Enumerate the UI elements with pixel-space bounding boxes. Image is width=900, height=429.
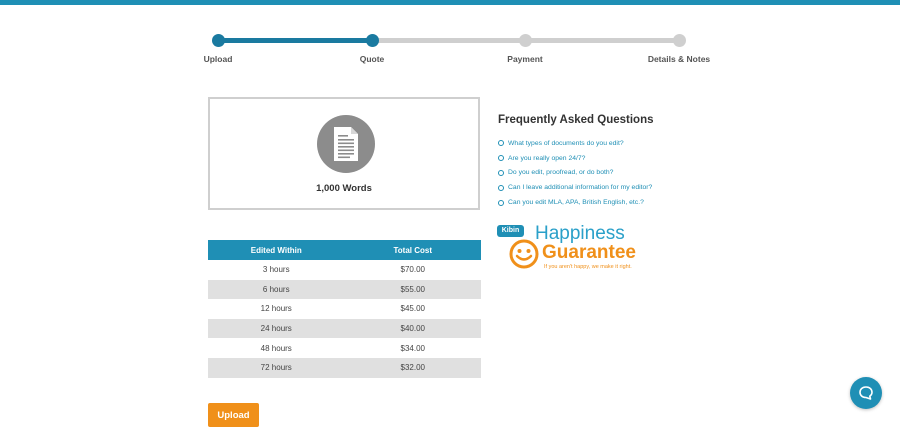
- word-count: 1,000 Words: [316, 183, 372, 194]
- chat-icon: [859, 386, 873, 400]
- faq-link[interactable]: What types of documents do you edit?: [508, 140, 624, 147]
- turnaround-time: 3 hours: [208, 260, 345, 280]
- total-cost: $55.00: [344, 279, 481, 300]
- circle-bullet-icon: [498, 184, 504, 191]
- faq-link[interactable]: Are you really open 24/7?: [508, 155, 585, 162]
- stepper-track-upcoming: [526, 38, 680, 43]
- table-row[interactable]: 3 hours $70.00: [208, 260, 481, 280]
- table-row[interactable]: 24 hours $40.00: [208, 318, 481, 339]
- circle-bullet-icon: [498, 140, 504, 147]
- turnaround-time: 48 hours: [208, 338, 345, 358]
- step-label-quote: Quote: [359, 54, 385, 64]
- step-label-upload: Upload: [203, 54, 233, 64]
- circle-bullet-icon: [498, 155, 504, 162]
- step-dot-quote: [366, 34, 379, 47]
- total-cost: $40.00: [344, 318, 481, 339]
- table-row[interactable]: 72 hours $32.00: [208, 357, 481, 378]
- total-cost: $70.00: [344, 260, 481, 280]
- table-header-row: Edited Within Total Cost: [208, 240, 481, 260]
- upload-button[interactable]: Upload: [208, 403, 259, 427]
- turnaround-time: 24 hours: [208, 318, 345, 339]
- faq-item[interactable]: Can I leave additional information for m…: [498, 180, 652, 195]
- faq-title: Frequently Asked Questions: [498, 114, 654, 126]
- total-cost: $34.00: [344, 338, 481, 358]
- step-label-payment: Payment: [507, 54, 543, 64]
- faq-item[interactable]: Can you edit MLA, APA, British English, …: [498, 195, 652, 210]
- faq-item[interactable]: Are you really open 24/7?: [498, 151, 652, 166]
- guarantee-tagline: If you aren't happy, we make it right.: [544, 264, 632, 270]
- step-dot-payment: [519, 34, 532, 47]
- total-cost: $45.00: [344, 299, 481, 319]
- kibin-logo: Kibin: [497, 225, 524, 237]
- turnaround-time: 6 hours: [208, 279, 345, 300]
- guarantee-line-guarantee: Guarantee: [542, 242, 636, 263]
- faq-link[interactable]: Can you edit MLA, APA, British English, …: [508, 199, 644, 206]
- turnaround-pricing-table: Edited Within Total Cost 3 hours $70.00 …: [208, 240, 481, 378]
- chat-launcher-button[interactable]: [850, 377, 882, 409]
- faq-list: What types of documents do you edit? Are…: [498, 136, 652, 210]
- faq-link[interactable]: Do you edit, proofread, or do both?: [508, 169, 613, 176]
- step-label-details: Details & Notes: [647, 54, 711, 64]
- table-row[interactable]: 6 hours $55.00: [208, 279, 481, 300]
- turnaround-time: 12 hours: [208, 299, 345, 319]
- stepper-track-upcoming: [372, 38, 526, 43]
- total-cost: $32.00: [344, 357, 481, 378]
- document-icon: [317, 115, 375, 173]
- table-row[interactable]: 48 hours $34.00: [208, 338, 481, 358]
- faq-link[interactable]: Can I leave additional information for m…: [508, 184, 652, 191]
- circle-bullet-icon: [498, 199, 504, 206]
- document-summary-card: 1,000 Words: [208, 97, 480, 210]
- circle-bullet-icon: [498, 169, 504, 176]
- progress-stepper: Upload Quote Payment Details & Notes: [0, 0, 900, 70]
- column-header-total-cost: Total Cost: [344, 240, 481, 260]
- table-row[interactable]: 12 hours $45.00: [208, 299, 481, 319]
- happiness-guarantee-badge: Kibin Happiness Guarantee If you aren't …: [497, 223, 657, 275]
- turnaround-time: 72 hours: [208, 357, 345, 378]
- faq-item[interactable]: Do you edit, proofread, or do both?: [498, 166, 652, 181]
- column-header-edited-within: Edited Within: [208, 240, 345, 260]
- stepper-track-complete: [219, 38, 372, 43]
- faq-item[interactable]: What types of documents do you edit?: [498, 136, 652, 151]
- step-dot-details: [673, 34, 686, 47]
- step-dot-upload: [212, 34, 225, 47]
